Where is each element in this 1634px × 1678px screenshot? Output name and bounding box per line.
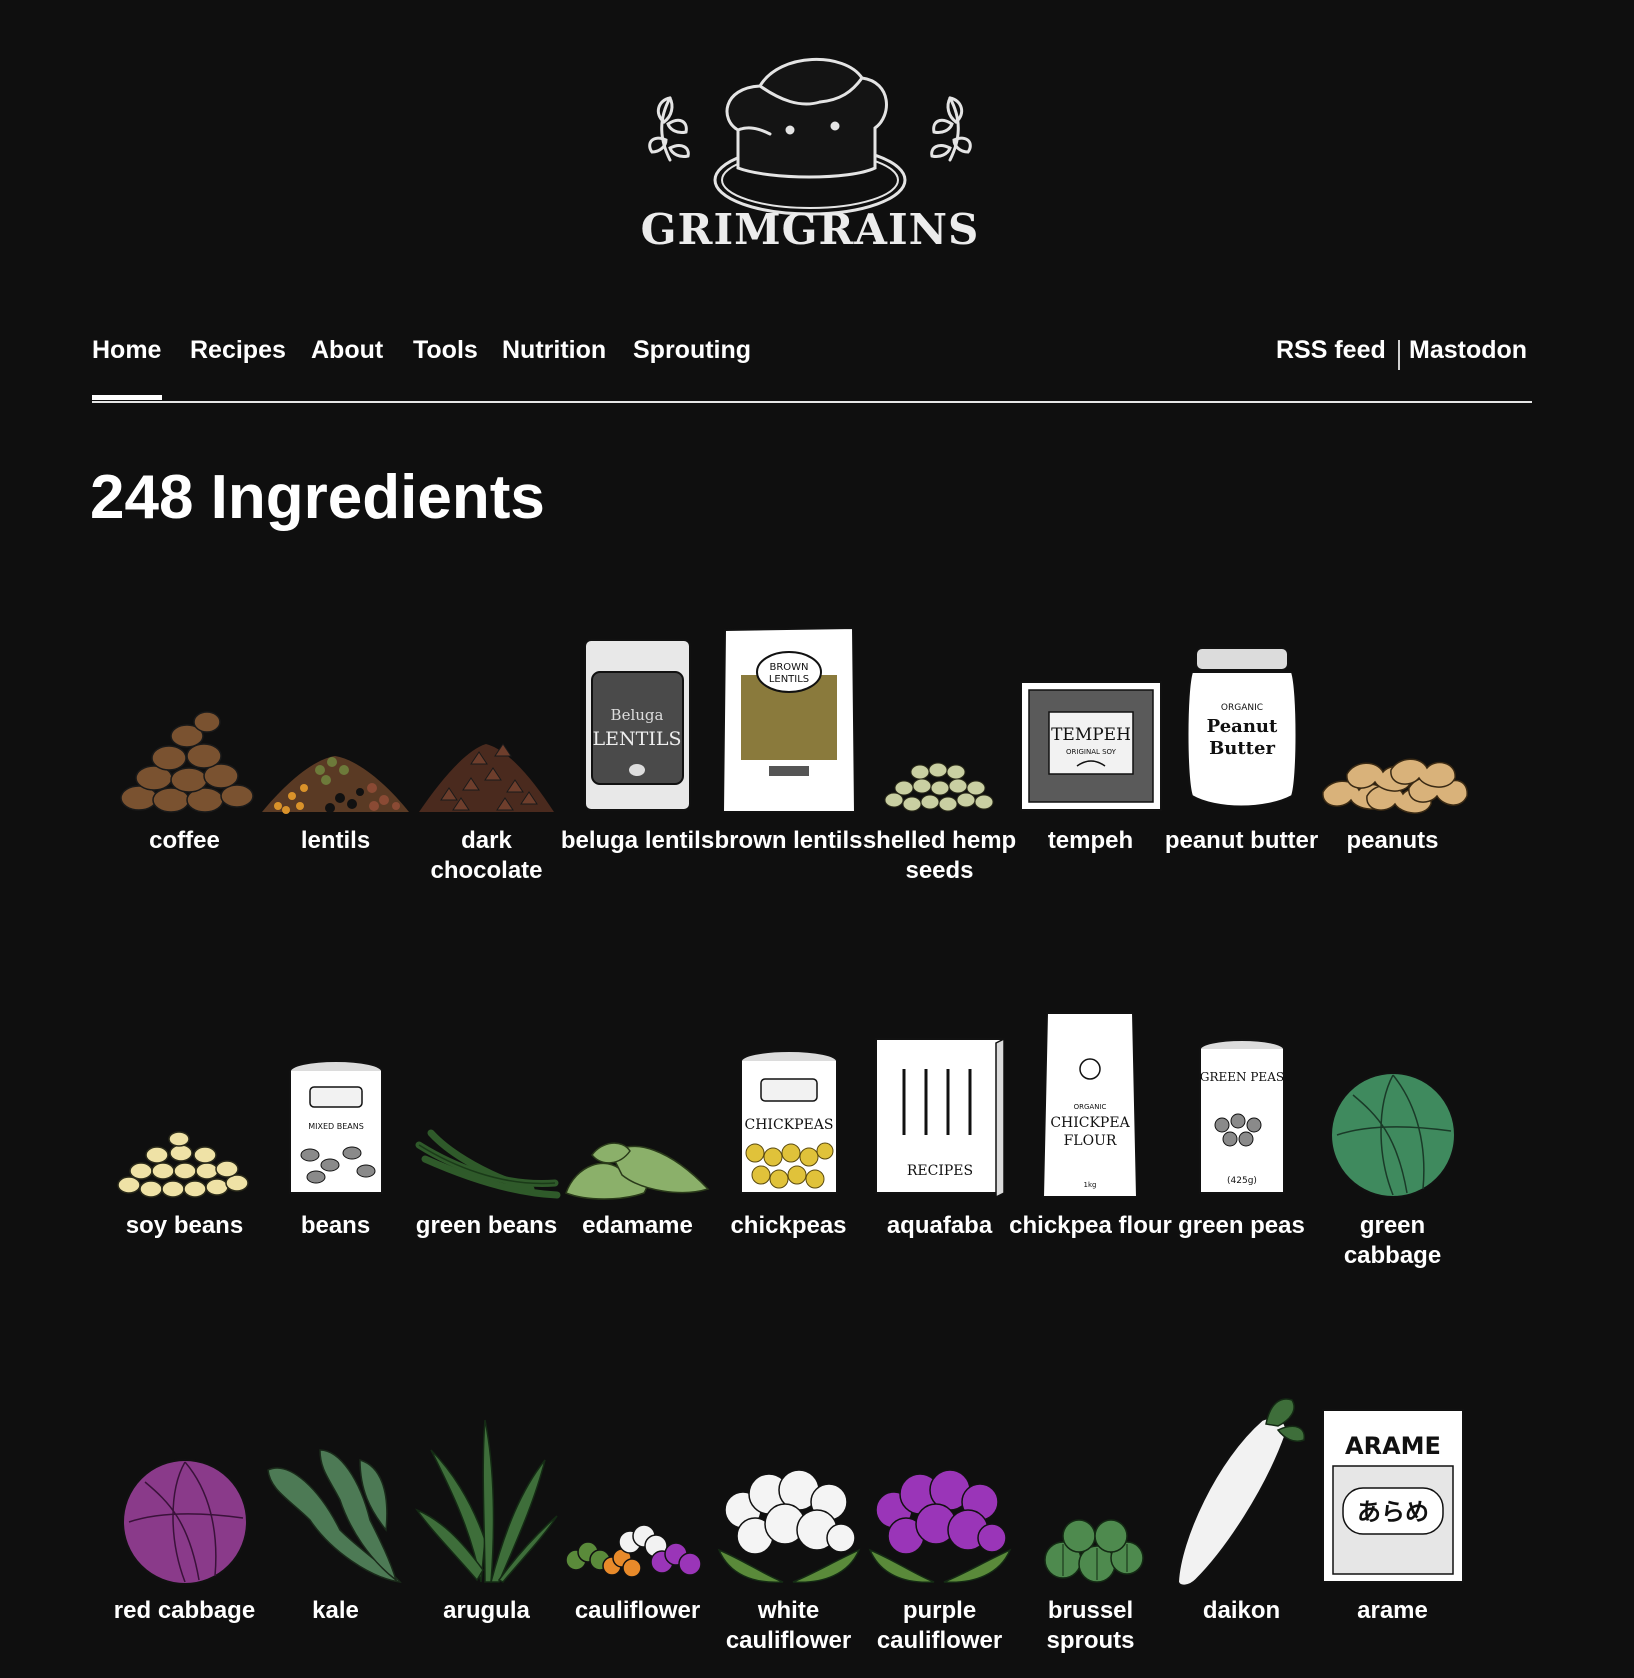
- nav-mastodon-link[interactable]: Mastodon: [1409, 336, 1527, 365]
- ingredient-name: coffee: [149, 827, 220, 854]
- coffee-beans-pile-icon: [120, 711, 254, 813]
- ingredient-name: kale: [312, 1597, 359, 1624]
- green-beans-icon: [415, 1129, 561, 1199]
- page-title: 248 Ingredients: [90, 463, 545, 532]
- package-text: CHICKPEAS: [745, 1117, 834, 1133]
- kale-icon: [267, 1449, 402, 1583]
- nav-item-tools[interactable]: Tools: [413, 336, 478, 365]
- ingredient-name: purple cauliflower: [876, 1597, 1003, 1654]
- ingredient-name: brussel sprouts: [1046, 1597, 1135, 1654]
- ingredient-name: green cabbage: [1343, 1212, 1442, 1269]
- package-text: CHICKPEA: [1050, 1115, 1130, 1131]
- peanuts-pile-icon: [1322, 758, 1468, 814]
- lentils-pile-icon: [262, 756, 409, 814]
- ingredient-name: beans: [300, 1212, 371, 1239]
- ingredient-name: peanut butter: [1164, 827, 1319, 854]
- ingredient-name: chickpea flour: [1009, 1212, 1172, 1239]
- package-text: ORGANIC: [1074, 1103, 1107, 1111]
- package-text: TEMPEH: [1051, 725, 1131, 745]
- beluga-lentils-bag-icon: Beluga LENTILS: [584, 639, 691, 811]
- ingredient-name: beluga lentils: [560, 827, 715, 854]
- ingredient-name: tempeh: [1047, 827, 1134, 854]
- chickpea-flour-bag-icon: ORGANIC CHICKPEA FLOUR 1kg: [1041, 1012, 1139, 1198]
- package-text: Beluga: [611, 706, 664, 724]
- mixed-beans-can-icon: MIXED BEANS: [289, 1060, 383, 1194]
- tempeh-package-icon: TEMPEH ORIGINAL SOY: [1020, 681, 1162, 811]
- nav-item-about[interactable]: About: [311, 336, 383, 365]
- main-nav: Home Recipes About Tools Nutrition Sprou…: [92, 336, 1532, 386]
- ingredient-name: red cabbage: [113, 1597, 256, 1624]
- chickpeas-can-icon: CHICKPEAS: [740, 1050, 838, 1194]
- purple-cauliflower-icon: [868, 1469, 1012, 1583]
- nav-rss-feed-link[interactable]: RSS feed: [1276, 336, 1386, 365]
- nav-item-home[interactable]: Home: [92, 336, 161, 365]
- package-text: MIXED BEANS: [308, 1122, 364, 1131]
- package-text: FLOUR: [1064, 1133, 1117, 1149]
- package-text: ARAME: [1345, 1432, 1441, 1460]
- package-text: GREEN PEAS: [1200, 1070, 1284, 1084]
- ingredient-name: brown lentils: [714, 827, 863, 854]
- white-cauliflower-icon: [717, 1469, 861, 1583]
- ingredient-name: cauliflower: [574, 1597, 701, 1624]
- package-text: ORIGINAL SOY: [1066, 748, 1117, 756]
- package-text: ORGANIC: [1221, 703, 1263, 713]
- package-text: あらめ: [1357, 1498, 1429, 1526]
- ingredient-name: white cauliflower: [725, 1597, 852, 1654]
- ingredient-name: soy beans: [125, 1212, 244, 1239]
- hemp-seeds-pile-icon: [884, 762, 994, 812]
- nav-rule: [92, 401, 1532, 403]
- ingredient-name: daikon: [1202, 1597, 1281, 1624]
- package-text: BROWN: [769, 662, 808, 673]
- ingredient-name: dark chocolate: [430, 827, 543, 884]
- ingredient-name: green peas: [1178, 1212, 1305, 1239]
- arame-bag-icon: ARAME あらめ: [1322, 1409, 1464, 1583]
- brussel-sprouts-icon: [1044, 1519, 1144, 1583]
- package-text: RECIPES: [907, 1163, 973, 1179]
- package-text: LENTILS: [769, 674, 809, 685]
- ingredient-name: edamame: [582, 1212, 693, 1239]
- package-text: LENTILS: [593, 728, 682, 750]
- brown-lentils-bag-icon: BROWN LENTILS: [721, 626, 857, 813]
- ingredient-name: aquafaba: [886, 1212, 993, 1239]
- ingredient-name: arame: [1357, 1597, 1428, 1624]
- package-text: 1kg: [1084, 1181, 1097, 1189]
- daikon-icon: [1176, 1398, 1305, 1587]
- ingredient-name: peanuts: [1346, 827, 1439, 854]
- ingredient-name: shelled hemp seeds: [862, 827, 1017, 884]
- nav-active-indicator: [92, 395, 162, 400]
- soy-beans-pile-icon: [117, 1131, 249, 1198]
- mixed-cauliflower-icon: [565, 1524, 702, 1578]
- arugula-icon: [414, 1419, 558, 1583]
- nav-item-nutrition[interactable]: Nutrition: [502, 336, 606, 365]
- nav-divider: [1398, 340, 1400, 370]
- peanut-butter-jar-icon: ORGANIC Peanut Butter: [1186, 647, 1298, 808]
- chocolate-chips-pile-icon: [419, 743, 554, 812]
- brand-wordmark[interactable]: GRIMGRAINS: [630, 205, 990, 254]
- green-cabbage-icon: [1330, 1072, 1456, 1198]
- package-text: (425g): [1227, 1176, 1257, 1186]
- ingredient-name: chickpeas: [730, 1212, 847, 1239]
- ingredient-name: lentils: [300, 827, 371, 854]
- package-text: Butter: [1209, 738, 1275, 759]
- ingredient-name: green beans: [415, 1212, 558, 1239]
- green-peas-can-icon: GREEN PEAS (425g): [1199, 1039, 1285, 1194]
- recipe-book-icon: RECIPES: [875, 1037, 1005, 1199]
- package-text: Peanut: [1207, 716, 1278, 737]
- edamame-pods-icon: [565, 1142, 710, 1200]
- nav-item-sprouting[interactable]: Sprouting: [633, 336, 751, 365]
- red-cabbage-icon: [122, 1459, 248, 1585]
- nav-item-recipes[interactable]: Recipes: [190, 336, 286, 365]
- ingredient-name: arugula: [443, 1597, 530, 1624]
